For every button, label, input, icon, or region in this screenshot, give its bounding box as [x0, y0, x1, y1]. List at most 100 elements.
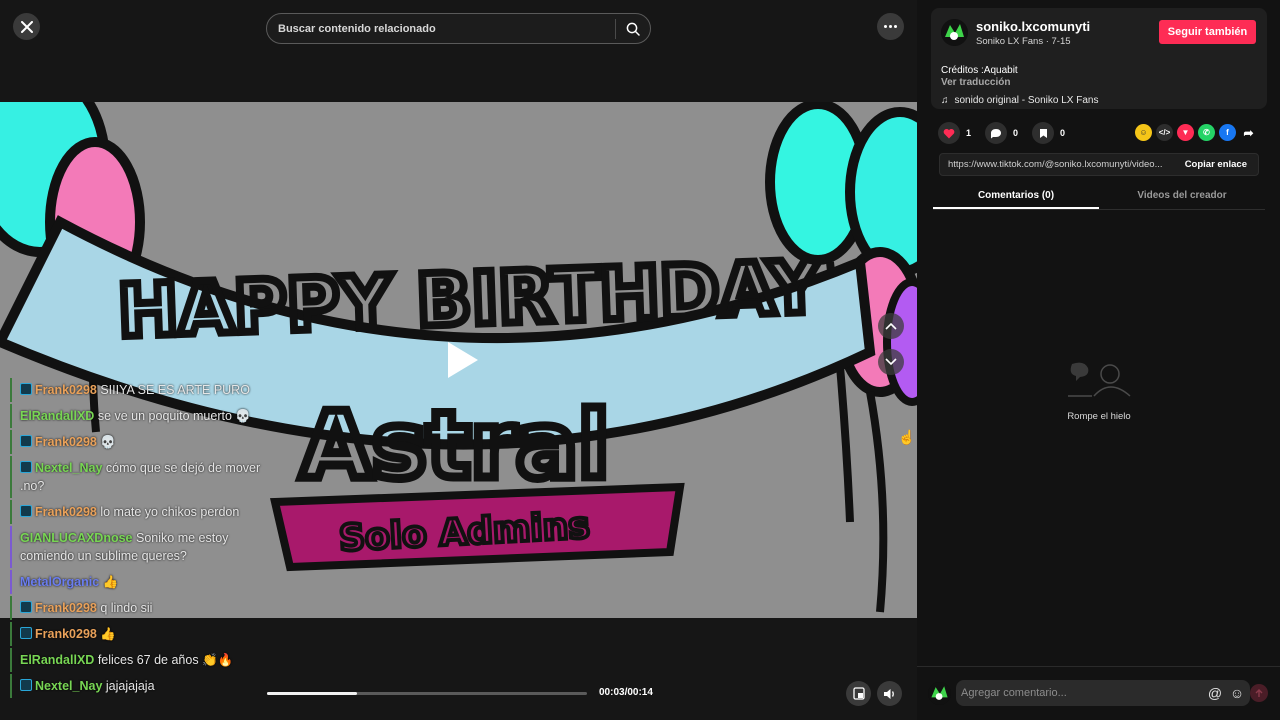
close-icon — [20, 20, 33, 33]
share-buttons: ☺ </> ▼ ✆ f ➦ — [1135, 124, 1257, 141]
comment-bubble-icon — [991, 128, 1002, 138]
share-link-box: https://www.tiktok.com/@soniko.lxcomunyt… — [939, 153, 1259, 176]
more-options-button[interactable] — [877, 13, 904, 40]
chat-username[interactable]: Frank0298 — [35, 601, 97, 615]
creator-username[interactable]: soniko.lxcomunyti — [976, 19, 1090, 34]
progress-bar[interactable] — [267, 692, 587, 695]
music-note-icon: ♫ — [941, 95, 949, 106]
chat-username[interactable]: Nextel_Nay — [35, 679, 102, 693]
banner-name: Astral — [301, 392, 610, 499]
video-area: HAPPY BIRTHDAY Astral Solo Admins ☝ Fran… — [0, 0, 917, 720]
chat-username[interactable]: Frank0298 — [35, 505, 97, 519]
chat-text: se ve un poquito muerto 💀 — [97, 409, 251, 423]
moderator-badge-icon — [20, 679, 32, 691]
comment-input-wrapper: @ ☺ — [956, 680, 1250, 706]
comment-input[interactable] — [956, 687, 1206, 699]
chat-username[interactable]: ElRandallXD — [20, 409, 94, 423]
sound-link[interactable]: ♫ sonido original - Soniko LX Fans — [941, 95, 1098, 106]
chat-username[interactable]: Frank0298 — [35, 435, 97, 449]
previous-video-button[interactable] — [878, 313, 904, 339]
panel-tabs: Comentarios (0) Videos del creador — [933, 186, 1265, 210]
close-button[interactable] — [13, 13, 40, 40]
chat-message: Frank0298 💀 — [10, 430, 272, 454]
chat-message: GIANLUCAXDnose Soniko me estoy comiendo … — [10, 526, 272, 568]
action-bar: 1 0 0 — [938, 122, 1079, 144]
comment-button[interactable] — [985, 122, 1008, 144]
chat-username[interactable]: GIANLUCAXDnose — [20, 531, 133, 545]
copy-link-button[interactable]: Copiar enlace — [1177, 159, 1258, 170]
progress-fill — [267, 692, 357, 695]
pip-icon — [852, 687, 865, 700]
mention-icon[interactable]: @ — [1206, 685, 1224, 701]
comment-count: 0 — [1013, 128, 1019, 138]
moderator-badge-icon — [20, 435, 32, 447]
avatar-image — [941, 19, 968, 46]
whatsapp-icon[interactable]: ✆ — [1198, 124, 1215, 141]
post-comment-button[interactable] — [1250, 684, 1268, 702]
moderator-badge-icon — [20, 461, 32, 473]
chat-message: ElRandallXD felices 67 de años 👏🔥 — [10, 648, 272, 672]
chat-text: lo mate yo chikos perdon — [100, 505, 240, 519]
avatar — [928, 682, 951, 705]
chevron-down-icon — [885, 358, 897, 366]
moderator-badge-icon — [20, 383, 32, 395]
chat-message: Frank0298 SIIIYA SE ES ARTE PURO — [10, 378, 272, 402]
tab-creator-videos[interactable]: Videos del creador — [1099, 186, 1265, 209]
empty-comments-state: Rompe el hielo — [1047, 360, 1151, 422]
chat-message: Frank0298 👍 — [10, 622, 272, 646]
chat-text: SIIIYA SE ES ARTE PURO — [100, 383, 250, 397]
chat-message: Frank0298 lo mate yo chikos perdon — [10, 500, 272, 524]
chat-message: ElRandallXD se ve un poquito muerto 💀 — [10, 404, 272, 428]
creator-nickname: Soniko LX Fans · 7-15 — [976, 36, 1071, 47]
search-button[interactable] — [616, 14, 650, 43]
next-video-button[interactable] — [878, 349, 904, 375]
tab-comments[interactable]: Comentarios (0) — [933, 186, 1099, 209]
embed-icon[interactable]: </> — [1156, 124, 1173, 141]
save-button[interactable] — [1032, 122, 1055, 144]
chat-text: q lindo sii — [100, 601, 153, 615]
chat-username[interactable]: ElRandallXD — [20, 653, 94, 667]
like-button[interactable] — [938, 122, 960, 144]
share-link-text[interactable]: https://www.tiktok.com/@soniko.lxcomunyt… — [940, 159, 1177, 170]
time-readout: 00:03/00:14 — [599, 687, 653, 698]
share-arrow-icon[interactable]: ➦ — [1240, 124, 1257, 141]
tiktok-video-viewer: HAPPY BIRTHDAY Astral Solo Admins ☝ Fran… — [0, 0, 1280, 720]
dot-icon — [889, 25, 892, 28]
bookmark-icon — [1039, 128, 1047, 138]
search-icon — [626, 22, 640, 36]
volume-button[interactable] — [877, 681, 902, 706]
see-translation-link[interactable]: Ver traducción — [941, 77, 1010, 88]
chat-username[interactable]: MetalOrganic — [20, 575, 99, 589]
play-button[interactable] — [442, 340, 482, 380]
arrow-up-icon — [1255, 688, 1263, 697]
play-icon — [448, 342, 478, 378]
chat-username[interactable]: Frank0298 — [35, 383, 97, 397]
repost-icon[interactable]: ☺ — [1135, 124, 1152, 141]
empty-comments-illustration-icon — [1068, 362, 1131, 397]
dot-icon — [884, 25, 887, 28]
facebook-icon[interactable]: f — [1219, 124, 1236, 141]
moderator-badge-icon — [20, 601, 32, 613]
chat-text: 👍 — [102, 575, 119, 589]
avatar[interactable] — [941, 19, 968, 46]
creator-card: soniko.lxcomunyti Soniko LX Fans · 7-15 … — [931, 8, 1267, 109]
chat-text: 💀 — [100, 435, 116, 449]
volume-icon — [884, 688, 894, 699]
sound-label: sonido original - Soniko LX Fans — [954, 95, 1099, 106]
empty-comments-label: Rompe el hielo — [1067, 411, 1131, 422]
video-description: Créditos :Aquabit — [941, 65, 1018, 76]
comment-composer: @ ☺ — [917, 666, 1280, 720]
picture-in-picture-button[interactable] — [846, 681, 871, 706]
chat-username[interactable]: Frank0298 — [35, 627, 97, 641]
chat-message: Frank0298 q lindo sii — [10, 596, 272, 620]
moderator-badge-icon — [20, 505, 32, 517]
emoji-icon[interactable]: ☺ — [1228, 685, 1246, 701]
chat-text: jajajajaja — [105, 679, 155, 693]
search-input[interactable] — [267, 22, 615, 35]
dot-icon — [894, 25, 897, 28]
send-to-friends-icon[interactable]: ▼ — [1177, 124, 1194, 141]
chat-username[interactable]: Nextel_Nay — [35, 461, 102, 475]
chat-text: felices 67 de años 👏🔥 — [97, 653, 234, 667]
follow-button[interactable]: Seguir también — [1159, 20, 1256, 44]
chevron-up-icon — [885, 322, 897, 330]
